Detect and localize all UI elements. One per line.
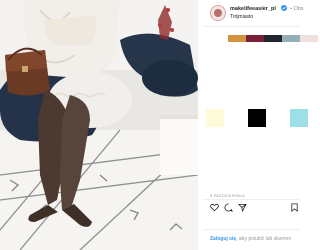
post-header: makelifeeasier_pl • Obs Trójmiasto — [203, 0, 304, 24]
actions-divider — [203, 199, 300, 200]
login-link[interactable]: Zaloguj się — [210, 236, 236, 242]
color-swatch — [246, 35, 264, 42]
comment-bubble-icon[interactable] — [224, 203, 233, 212]
post-photo — [0, 0, 198, 250]
profile-avatar[interactable] — [210, 5, 226, 21]
header-divider — [203, 26, 300, 27]
login-divider — [203, 229, 300, 230]
verified-badge-icon — [281, 5, 287, 11]
post-date: 5 PAŹDZIERNIKA — [210, 193, 245, 198]
bookmark-icon[interactable] — [290, 203, 299, 212]
color-swatch — [264, 35, 282, 42]
color-swatch — [282, 35, 300, 42]
location-link[interactable]: Trójmiasto — [230, 14, 253, 20]
color-swatch-row — [228, 35, 318, 42]
color-swatch — [228, 35, 246, 42]
fashion-photo-illustration — [0, 0, 198, 250]
post-sidebar: makelifeeasier_pl • Obs Trójmiasto 5 PAŹ… — [203, 0, 318, 250]
color-box — [248, 109, 266, 127]
share-arrow-icon[interactable] — [238, 203, 247, 212]
color-swatch — [300, 35, 318, 42]
follow-button[interactable]: • Obs — [290, 6, 304, 12]
post-actions — [210, 203, 300, 213]
heart-icon[interactable] — [210, 203, 219, 212]
color-box — [206, 109, 224, 127]
color-box-row — [203, 109, 308, 129]
username-link[interactable]: makelifeeasier_pl — [230, 6, 276, 12]
login-prompt-text: , aby polubić lub skomen — [236, 236, 292, 242]
login-prompt: Zaloguj się, aby polubić lub skomen — [210, 236, 291, 242]
color-box — [290, 109, 308, 127]
